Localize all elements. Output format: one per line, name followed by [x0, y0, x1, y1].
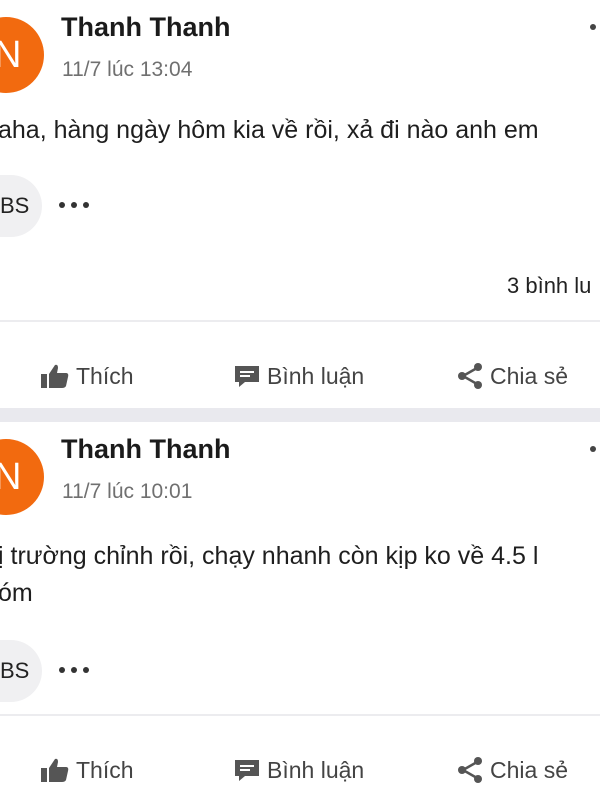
tag-chip[interactable]: BS: [0, 175, 42, 237]
comment-label: Bình luận: [267, 756, 365, 783]
author-name[interactable]: Thanh Thanh: [61, 434, 230, 465]
more-tags-button[interactable]: [56, 661, 92, 681]
share-icon: [458, 363, 482, 389]
avatar-letter: N: [0, 456, 22, 498]
comment-button[interactable]: Bình luận: [233, 740, 364, 800]
comment-icon: [235, 760, 259, 781]
dot-icon: [83, 202, 89, 208]
like-label: Thích: [76, 756, 134, 783]
post-content-line: ị trường chỉnh rồi, chạy nhanh còn kịp k…: [0, 542, 539, 570]
dot-icon: [59, 667, 65, 673]
post-actions: Thích Bình luận Chia sẻ: [0, 740, 600, 800]
comment-count[interactable]: 3 bình lu: [507, 273, 591, 299]
post-actions: Thích Bình luận Chia sẻ: [0, 346, 600, 406]
post-content: ị trường chỉnh rồi, chạy nhanh còn kịp k…: [0, 538, 600, 612]
comment-label: Bình luận: [267, 362, 365, 389]
like-button[interactable]: Thích: [40, 740, 134, 800]
divider: [0, 714, 600, 716]
share-button[interactable]: Chia sẻ: [456, 740, 568, 800]
more-tags-button[interactable]: [56, 196, 92, 216]
post-content-line: óm: [0, 579, 33, 607]
thumbs-up-icon: [41, 364, 69, 388]
share-button[interactable]: Chia sẻ: [456, 346, 568, 406]
share-label: Chia sẻ: [490, 756, 568, 783]
post-content: aha, hàng ngày hôm kia về rồi, xả đi nào…: [0, 112, 600, 149]
tag-chip[interactable]: BS: [0, 640, 42, 702]
avatar[interactable]: N: [0, 17, 44, 93]
post-separator: [0, 408, 600, 422]
divider: [0, 320, 600, 322]
avatar[interactable]: N: [0, 439, 44, 515]
author-name[interactable]: Thanh Thanh: [61, 12, 230, 43]
share-label: Chia sẻ: [490, 362, 568, 389]
share-icon: [458, 757, 482, 783]
more-options-icon[interactable]: [590, 24, 596, 30]
post-content-line: aha, hàng ngày hôm kia về rồi, xả đi nào…: [0, 116, 539, 144]
like-button[interactable]: Thích: [40, 346, 134, 406]
avatar-letter: N: [0, 34, 22, 76]
tag-chip-label: BS: [0, 658, 30, 683]
post-timestamp[interactable]: 11/7 lúc 10:01: [62, 480, 192, 504]
dot-icon: [71, 667, 77, 673]
comment-icon: [235, 366, 259, 387]
feed-post: N Thanh Thanh 11/7 lúc 13:04 aha, hàng n…: [0, 0, 600, 408]
like-label: Thích: [76, 362, 134, 389]
comment-button[interactable]: Bình luận: [233, 346, 364, 406]
dot-icon: [71, 202, 77, 208]
dot-icon: [59, 202, 65, 208]
post-timestamp[interactable]: 11/7 lúc 13:04: [62, 58, 192, 82]
more-options-icon[interactable]: [590, 446, 596, 452]
news-feed: N Thanh Thanh 11/7 lúc 13:04 aha, hàng n…: [0, 0, 600, 800]
thumbs-up-icon: [41, 758, 69, 782]
feed-post: N Thanh Thanh 11/7 lúc 10:01 ị trường ch…: [0, 422, 600, 800]
dot-icon: [83, 667, 89, 673]
tag-chip-label: BS: [0, 193, 30, 218]
